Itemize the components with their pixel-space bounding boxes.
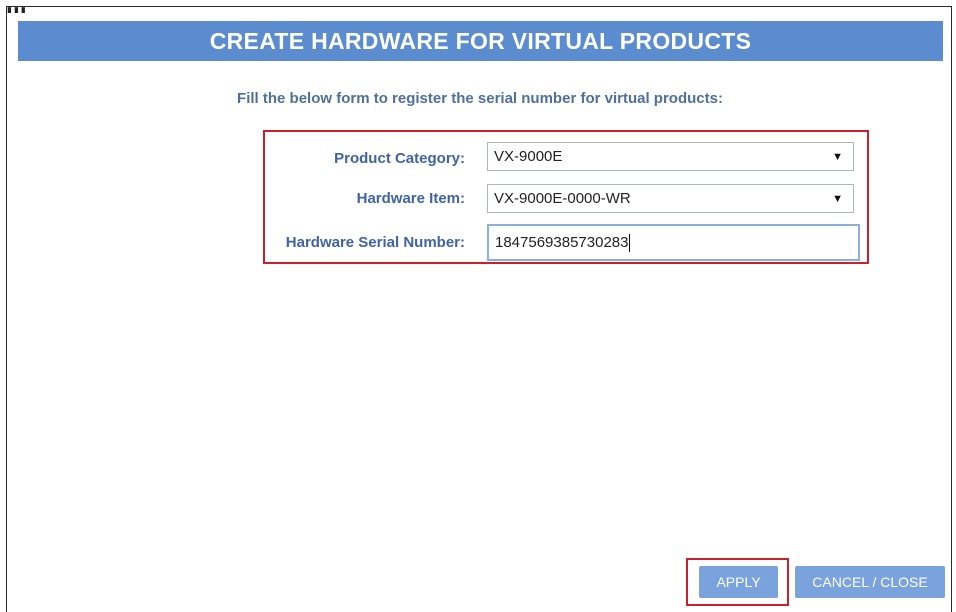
hardware-item-value: VX-9000E-0000-WR [494, 190, 631, 207]
product-category-label: Product Category: [334, 150, 465, 167]
hardware-item-select[interactable]: VX-9000E-0000-WR ▼ [487, 184, 854, 213]
text-cursor [629, 233, 631, 252]
window-icon: ▮▮▮ [7, 7, 28, 13]
product-category-value: VX-9000E [494, 148, 563, 165]
cancel-close-button[interactable]: CANCEL / CLOSE [795, 566, 945, 598]
chevron-down-icon: ▼ [832, 150, 843, 163]
chevron-down-icon: ▼ [832, 192, 843, 205]
hardware-item-label: Hardware Item: [356, 190, 465, 207]
hardware-serial-number-value: 1847569385730283 [495, 234, 629, 251]
hardware-serial-number-input[interactable]: 1847569385730283 [487, 224, 860, 261]
product-category-select[interactable]: VX-9000E ▼ [487, 142, 854, 171]
form-instruction: Fill the below form to register the seri… [237, 90, 723, 107]
apply-button[interactable]: APPLY [699, 566, 778, 598]
dialog-title-bar: CREATE HARDWARE FOR VIRTUAL PRODUCTS [18, 21, 943, 61]
dialog-title: CREATE HARDWARE FOR VIRTUAL PRODUCTS [209, 27, 752, 54]
hardware-serial-number-label: Hardware Serial Number: [285, 234, 465, 251]
